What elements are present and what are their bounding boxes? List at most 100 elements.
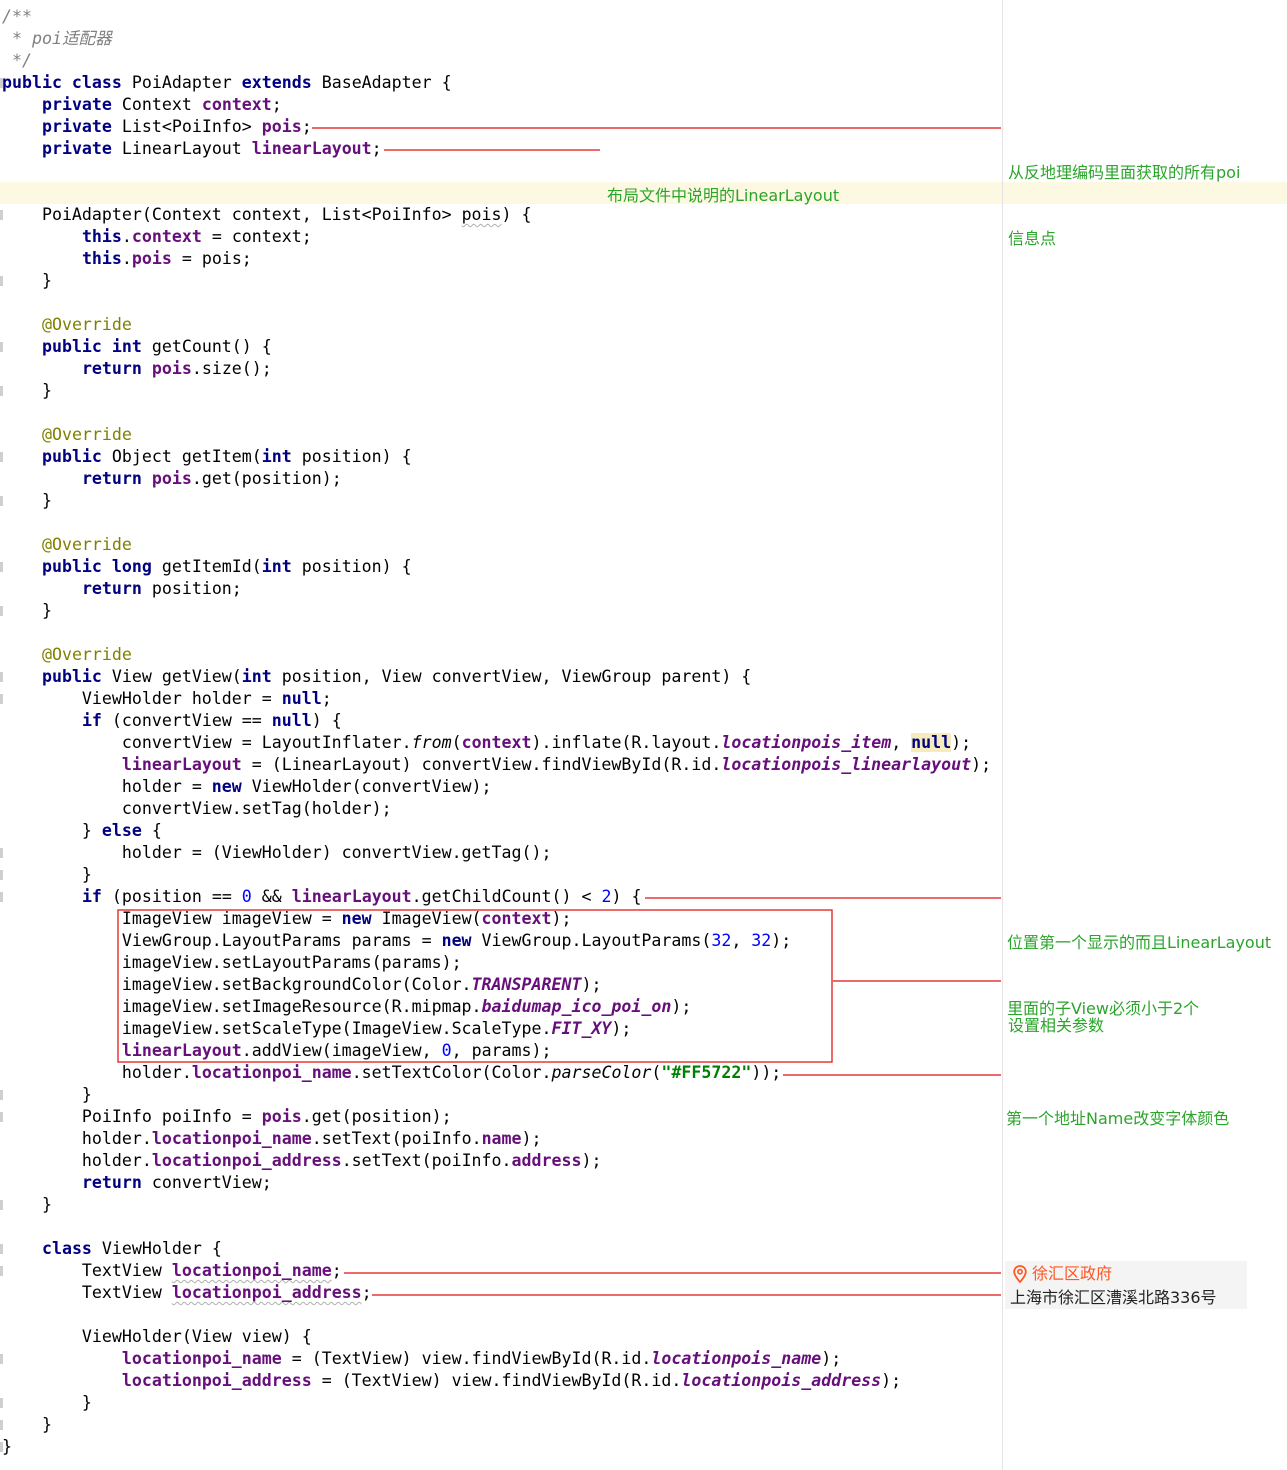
code-token: ); [771, 931, 792, 950]
code-token: ); [881, 1371, 902, 1390]
code-line[interactable]: public View getView(int position, View c… [2, 666, 751, 688]
code-line[interactable]: locationpoi_name = (TextView) view.findV… [2, 1348, 841, 1370]
code-line[interactable]: public Object getItem(int position) { [2, 446, 412, 468]
code-line[interactable]: public long getItemId(int position) { [2, 556, 412, 578]
code-line[interactable]: holder = (ViewHolder) convertView.getTag… [2, 842, 552, 864]
code-line[interactable]: TextView locationpoi_address; [2, 1282, 372, 1304]
code-line[interactable]: imageView.setBackgroundColor(Color.TRANS… [2, 974, 602, 996]
code-line[interactable]: } [2, 600, 52, 622]
code-line[interactable]: ViewHolder(View view) { [2, 1326, 312, 1348]
fold-marker[interactable] [0, 1112, 3, 1122]
code-line[interactable]: holder.locationpoi_name.setText(poiInfo.… [2, 1128, 542, 1150]
code-line[interactable]: private Context context; [2, 94, 282, 116]
code-line[interactable]: ViewGroup.LayoutParams params = new View… [2, 930, 791, 952]
code-line[interactable]: @Override [2, 314, 132, 336]
code-line[interactable]: linearLayout.addView(imageView, 0, param… [2, 1040, 552, 1062]
code-line[interactable]: this.pois = pois; [2, 248, 252, 270]
code-line[interactable]: @Override [2, 644, 132, 666]
code-line[interactable]: imageView.setScaleType(ImageView.ScaleTy… [2, 1018, 632, 1040]
code-line[interactable]: PoiAdapter(Context context, List<PoiInfo… [2, 204, 532, 226]
code-line[interactable]: linearLayout = (LinearLayout) convertVie… [2, 754, 991, 776]
code-line[interactable]: @Override [2, 424, 132, 446]
code-line[interactable]: convertView.setTag(holder); [2, 798, 392, 820]
fold-marker[interactable] [0, 848, 3, 858]
code-token: 32 [711, 931, 732, 950]
fold-marker[interactable] [0, 672, 3, 682]
fold-marker[interactable] [0, 1266, 3, 1276]
code-line[interactable]: holder.locationpoi_address.setText(poiIn… [2, 1150, 602, 1172]
code-line[interactable]: PoiInfo poiInfo = pois.get(position); [2, 1106, 452, 1128]
fold-marker[interactable] [0, 210, 3, 220]
code-line[interactable]: } [2, 1194, 52, 1216]
code-line[interactable]: public int getCount() { [2, 336, 272, 358]
fold-marker[interactable] [0, 1244, 3, 1254]
code-token: ImageView( [381, 909, 482, 928]
fold-marker[interactable] [0, 1200, 3, 1210]
fold-marker[interactable] [0, 452, 3, 462]
code-line[interactable]: } [2, 490, 52, 512]
code-token: @Override [41, 645, 132, 664]
code-token: convertView.setTag(holder); [2, 799, 392, 818]
code-token: imageView.setScaleType(ImageView.ScaleTy… [2, 1019, 552, 1038]
code-line[interactable]: } [2, 270, 52, 292]
code-line[interactable]: imageView.setImageResource(R.mipmap.baid… [2, 996, 691, 1018]
code-line[interactable]: } else { [2, 820, 162, 842]
code-token: TextView [2, 1261, 172, 1280]
fold-marker[interactable] [0, 342, 3, 352]
code-token: } [2, 821, 102, 840]
code-line[interactable]: ViewHolder holder = null; [2, 688, 332, 710]
code-line[interactable]: convertView = LayoutInflater.from(contex… [2, 732, 971, 754]
fold-marker[interactable] [0, 78, 3, 88]
code-line[interactable]: holder.locationpoi_name.setTextColor(Col… [2, 1062, 781, 1084]
code-line[interactable]: if (position == 0 && linearLayout.getChi… [2, 886, 642, 908]
fold-marker[interactable] [0, 1398, 3, 1408]
code-line[interactable]: ImageView imageView = new ImageView(cont… [2, 908, 572, 930]
code-line[interactable]: } [2, 1436, 12, 1458]
code-token: , [731, 931, 752, 950]
fold-marker[interactable] [0, 892, 3, 902]
code-line[interactable]: private List<PoiInfo> pois; [2, 116, 312, 138]
code-token: 0 [241, 887, 252, 906]
code-line[interactable]: } [2, 864, 92, 886]
code-line[interactable]: return convertView; [2, 1172, 272, 1194]
fold-marker[interactable] [0, 386, 3, 396]
code-line[interactable]: TextView locationpoi_name; [2, 1260, 342, 1282]
fold-marker[interactable] [0, 562, 3, 572]
code-line[interactable]: /** [2, 6, 32, 28]
poi-name-row: 徐汇区政府 [1013, 1263, 1112, 1285]
code-token: (convertView == [111, 711, 272, 730]
fold-marker[interactable] [0, 496, 3, 506]
code-line[interactable]: return pois.size(); [2, 358, 272, 380]
code-line[interactable]: if (convertView == null) { [2, 710, 342, 732]
fold-marker[interactable] [0, 870, 3, 880]
code-line[interactable]: } [2, 1414, 52, 1436]
code-line[interactable]: return pois.get(position); [2, 468, 342, 490]
code-token: */ [2, 51, 32, 70]
code-line[interactable]: locationpoi_address = (TextView) view.fi… [2, 1370, 901, 1392]
code-line[interactable]: @Override [2, 534, 132, 556]
fold-marker[interactable] [0, 1442, 3, 1452]
code-line[interactable]: } [2, 1392, 92, 1414]
code-line[interactable]: */ [2, 50, 32, 72]
code-line[interactable]: this.context = context; [2, 226, 312, 248]
code-token: linearLayout [121, 755, 242, 774]
code-line[interactable]: class ViewHolder { [2, 1238, 222, 1260]
fold-marker[interactable] [0, 1420, 3, 1430]
code-line[interactable]: imageView.setLayoutParams(params); [2, 952, 462, 974]
fold-marker[interactable] [0, 694, 3, 704]
code-token: } [2, 1415, 52, 1434]
fold-marker[interactable] [0, 1354, 3, 1364]
code-line[interactable]: private LinearLayout linearLayout; [2, 138, 382, 160]
code-line[interactable]: return position; [2, 578, 242, 600]
fold-marker[interactable] [0, 276, 3, 286]
code-token: from [411, 733, 452, 752]
code-line[interactable]: public class PoiAdapter extends BaseAdap… [2, 72, 452, 94]
fold-marker[interactable] [0, 1090, 3, 1100]
code-line[interactable]: } [2, 380, 52, 402]
fold-marker[interactable] [0, 606, 3, 616]
code-line[interactable]: * poi适配器 [2, 28, 112, 50]
code-line[interactable]: holder = new ViewHolder(convertView); [2, 776, 492, 798]
code-line[interactable]: } [2, 1084, 92, 1106]
